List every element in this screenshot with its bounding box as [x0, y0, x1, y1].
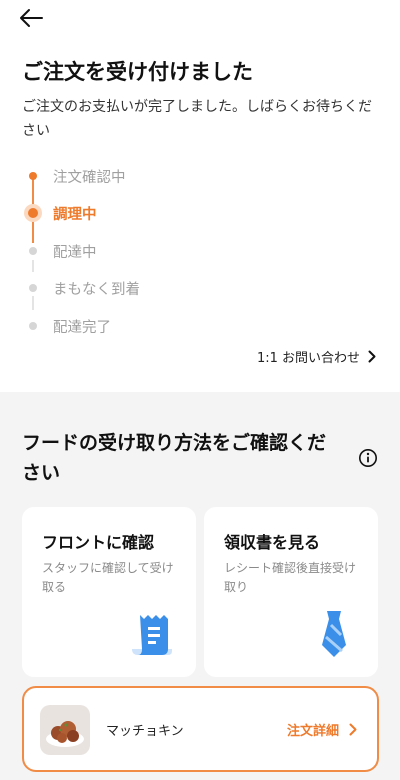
order-item-name: マッチョキン — [106, 724, 184, 739]
order-status-panel: ご注文を受け付けました ご注文のお支払いが完了しました。しばらくお待ちください … — [0, 0, 400, 392]
food-thumbnail — [40, 705, 90, 755]
arrow-left-icon — [20, 9, 43, 27]
pickup-section-title: フードの受け取り方法をご確認ください — [22, 432, 327, 484]
fried-chicken-image — [40, 705, 90, 755]
step-label: まもなく到着 — [53, 281, 140, 298]
step-label-current: 調理中 — [53, 206, 97, 223]
progress-step-cooking: 調理中 — [22, 195, 97, 231]
order-progress-steps: 注文確認中 調理中 配達中 まもなく到着 配達完了 — [22, 158, 362, 348]
step-label: 注文確認中 — [53, 169, 126, 186]
pickup-option-description: スタッフに確認して受け取る — [42, 561, 174, 594]
progress-step-delivering: 配達中 — [22, 233, 97, 269]
pickup-option-title: フロントに確認 — [42, 533, 155, 552]
page-subtitle: ご注文のお支払いが完了しました。しばらくお待ちください — [22, 99, 372, 139]
info-icon — [359, 449, 377, 467]
order-details-label: 注文詳細 — [286, 724, 339, 739]
step-dot-pending — [29, 284, 37, 292]
pickup-option-title: 領収書を見る — [224, 533, 321, 552]
step-label: 配達完了 — [53, 319, 111, 336]
page-title: ご注文を受け付けました — [22, 60, 253, 84]
inquiry-link[interactable]: 1:1 お問い合わせ — [257, 347, 376, 366]
chevron-right-icon — [368, 350, 376, 363]
pickup-option-front-desk[interactable]: フロントに確認 スタッフに確認して受け取る — [22, 507, 196, 677]
step-dot-pending — [29, 247, 37, 255]
inquiry-label: 1:1 お問い合わせ — [256, 351, 360, 366]
necktie-icon — [322, 611, 346, 657]
receipt-icon — [132, 615, 172, 655]
progress-step-delivered: 配達完了 — [22, 308, 111, 344]
pickup-option-receipt[interactable]: 領収書を見る レシート確認後直接受け取り — [204, 507, 378, 677]
pickup-option-description: レシート確認後直接受け取り — [224, 561, 357, 594]
chevron-right-icon — [349, 723, 357, 736]
info-button[interactable] — [358, 448, 378, 468]
step-dot-current — [28, 208, 38, 218]
step-dot-pending — [29, 322, 37, 330]
step-label: 配達中 — [53, 244, 97, 261]
step-dot-done — [29, 172, 37, 180]
back-button[interactable] — [16, 6, 46, 30]
order-summary-bar[interactable]: マッチョキン 注文詳細 — [22, 686, 379, 772]
progress-step-confirming: 注文確認中 — [22, 158, 126, 194]
order-details-link[interactable]: 注文詳細 — [287, 720, 357, 739]
progress-step-arriving-soon: まもなく到着 — [22, 270, 140, 306]
